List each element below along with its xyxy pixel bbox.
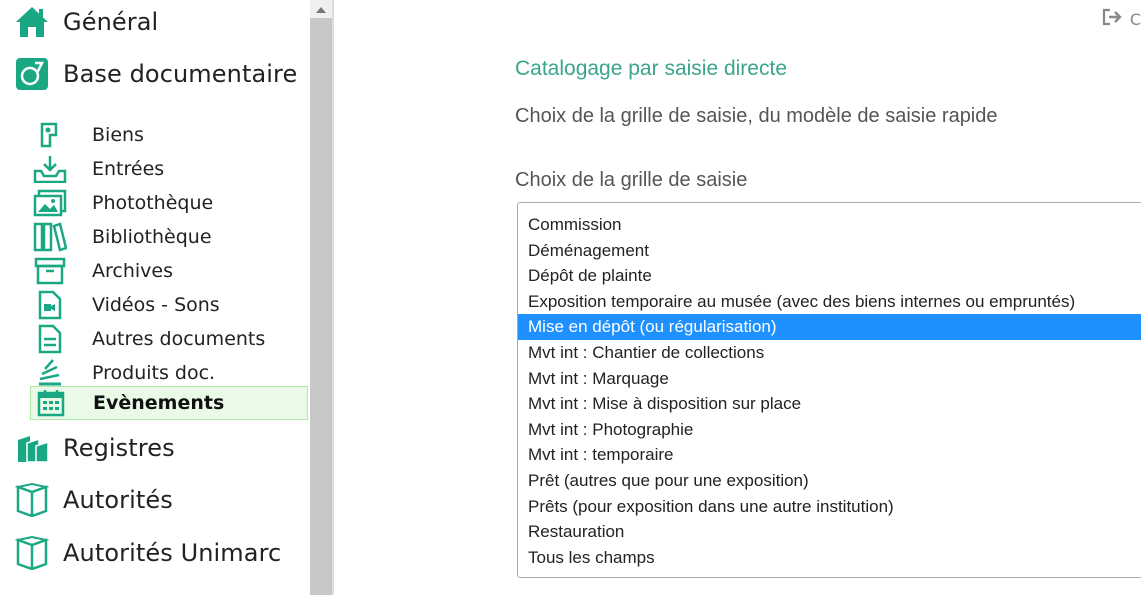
- sidebar-item-phototheque[interactable]: Photothèque: [30, 186, 308, 220]
- grid-select-listbox[interactable]: Commission Déménagement Dépôt de plainte Ex…: [517, 202, 1141, 578]
- inbox-download-icon: [30, 152, 70, 186]
- grid-option[interactable]: Tous les champs: [518, 545, 1141, 571]
- nav-autorites-unimarc[interactable]: Autorités Unimarc: [14, 535, 281, 571]
- sidebar-item-label: Autres documents: [92, 328, 266, 350]
- nav-registres-label: Registres: [63, 434, 175, 462]
- page-title: Catalogage par saisie directe: [515, 57, 787, 80]
- nav-general-label: Général: [63, 8, 159, 36]
- sidebar: Général Base documentaire Biens Entrées …: [0, 0, 310, 595]
- sidebar-item-produits-doc[interactable]: Produits doc.: [30, 356, 308, 390]
- sidebar-item-label: Bibliothèque: [92, 226, 212, 248]
- archive-box-icon: [30, 254, 70, 288]
- document-icon: [30, 322, 70, 356]
- sidebar-item-label: Vidéos - Sons: [92, 294, 220, 316]
- scroll-up-arrow-icon[interactable]: [310, 0, 332, 18]
- sidebar-item-bibliotheque[interactable]: Bibliothèque: [30, 220, 308, 254]
- books-stack-icon: [14, 430, 50, 466]
- nav-base-documentaire[interactable]: Base documentaire: [14, 56, 297, 92]
- nav-autorites-label: Autorités: [63, 486, 173, 514]
- nav-general[interactable]: Général: [14, 4, 158, 40]
- object-icon: [30, 118, 70, 152]
- grid-option[interactable]: Mvt int : Photographie: [518, 417, 1141, 443]
- nav-autorites[interactable]: Autorités: [14, 482, 173, 518]
- grid-option[interactable]: Mvt int : temporaire: [518, 442, 1141, 468]
- grid-option[interactable]: Commission: [518, 212, 1141, 238]
- sidebar-item-label: Archives: [92, 260, 173, 282]
- sidebar-item-label: Entrées: [92, 158, 165, 180]
- grid-option[interactable]: Restauration: [518, 519, 1141, 545]
- sidebar-item-biens[interactable]: Biens: [30, 118, 308, 152]
- grid-option[interactable]: Déménagement: [518, 238, 1141, 264]
- sidebar-item-videos-sons[interactable]: Vidéos - Sons: [30, 288, 308, 322]
- sidebar-item-label: Evènements: [93, 392, 225, 414]
- stacked-docs-icon: [30, 356, 70, 390]
- grid-option[interactable]: Mise en dépôt (ou régularisation): [518, 314, 1141, 340]
- sidebar-item-label: Produits doc.: [92, 362, 216, 384]
- grid-option[interactable]: Mvt int : Chantier de collections: [518, 340, 1141, 366]
- open-book-icon: [14, 535, 50, 571]
- main-content: C Catalogage par saisie directe Choix de…: [334, 0, 1141, 595]
- document-base-icon: [14, 56, 50, 92]
- sidebar-item-entrees[interactable]: Entrées: [30, 152, 308, 186]
- calendar-icon: [31, 386, 71, 420]
- sidebar-item-label: Biens: [92, 124, 144, 146]
- page-subtitle: Choix de la grille de saisie, du modèle …: [515, 105, 998, 127]
- nav-autorites-unimarc-label: Autorités Unimarc: [63, 539, 282, 567]
- logout-icon: [1102, 8, 1124, 30]
- grid-option[interactable]: Mvt int : Mise à disposition sur place: [518, 391, 1141, 417]
- logout-link[interactable]: C: [1102, 8, 1141, 30]
- grid-option[interactable]: Dépôt de plainte: [518, 263, 1141, 289]
- grid-option[interactable]: Prêts (pour exposition dans une autre in…: [518, 494, 1141, 520]
- sidebar-item-archives[interactable]: Archives: [30, 254, 308, 288]
- grid-option[interactable]: Exposition temporaire au musée (avec des…: [518, 289, 1141, 315]
- video-file-icon: [30, 288, 70, 322]
- nav-base-documentaire-label: Base documentaire: [63, 60, 298, 88]
- library-icon: [30, 220, 70, 254]
- sidebar-item-evenements[interactable]: Evènements: [30, 386, 308, 420]
- grid-select-label: Choix de la grille de saisie: [515, 169, 748, 191]
- grid-option[interactable]: Prêt (autres que pour une exposition): [518, 468, 1141, 494]
- sidebar-item-label: Photothèque: [92, 192, 214, 214]
- nav-registres[interactable]: Registres: [14, 430, 175, 466]
- grid-option[interactable]: Mvt int : Marquage: [518, 366, 1141, 392]
- photos-icon: [30, 186, 70, 220]
- logout-label: C: [1129, 9, 1141, 29]
- sidebar-item-autres-documents[interactable]: Autres documents: [30, 322, 308, 356]
- home-icon: [14, 4, 50, 40]
- open-book-icon: [14, 482, 50, 518]
- sidebar-scrollbar[interactable]: [310, 0, 332, 595]
